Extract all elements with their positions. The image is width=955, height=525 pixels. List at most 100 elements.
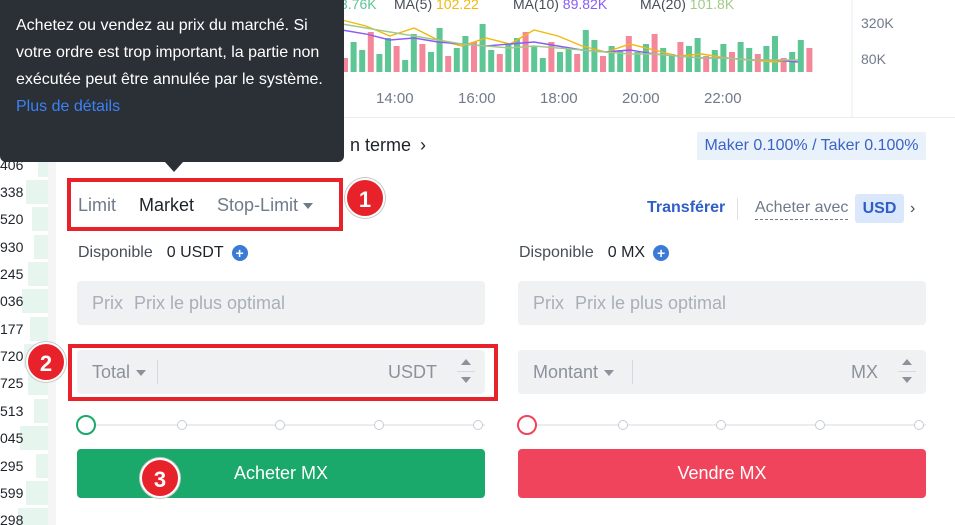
- slider-step-25[interactable]: [177, 420, 187, 430]
- buy-percent-slider[interactable]: [76, 415, 485, 435]
- volume-bar: [557, 52, 563, 72]
- slider-step-100[interactable]: [473, 420, 483, 430]
- volume-bar: [393, 46, 400, 72]
- sell-amount-input[interactable]: Montant MX: [518, 350, 926, 394]
- volume-bar: [763, 46, 770, 72]
- buy-available: Disponible 0 USDT +: [78, 244, 248, 262]
- volume-bar: [797, 40, 804, 72]
- tooltip-text: Achetez ou vendez au prix du marché. Si …: [16, 17, 323, 88]
- time-label: 16:00: [458, 90, 496, 107]
- vol-legend: 3.76K: [340, 0, 377, 12]
- volume-bar: [772, 36, 778, 72]
- time-label: 20:00: [622, 90, 660, 107]
- time-label: 14:00: [376, 90, 414, 107]
- volume-axis-label: 320K: [861, 15, 894, 31]
- ma5-legend: MA(5) 102.22: [394, 0, 479, 12]
- volume-bar: [754, 54, 761, 72]
- currency-usd-button[interactable]: USD: [855, 194, 904, 223]
- chevron-right-icon: ›: [420, 135, 427, 155]
- transfer-link[interactable]: Transférer: [647, 199, 725, 217]
- slider-step-50[interactable]: [716, 420, 726, 430]
- order-book-row[interactable]: 036: [0, 288, 48, 314]
- order-book-row[interactable]: 295: [0, 453, 48, 479]
- order-book-row[interactable]: 930: [0, 234, 48, 260]
- volume-bar: [737, 42, 744, 72]
- sell-percent-slider[interactable]: [517, 415, 926, 435]
- volume-bar: [565, 48, 572, 72]
- volume-bar: [651, 34, 658, 72]
- slider-handle[interactable]: [517, 415, 537, 435]
- volume-bar: [806, 48, 813, 72]
- volume-bar: [548, 42, 555, 72]
- plus-circle-icon[interactable]: +: [653, 245, 670, 261]
- slider-step-75[interactable]: [815, 420, 825, 430]
- ma20-legend: MA(20) 101.8K: [640, 0, 735, 12]
- volume-bar: [686, 46, 692, 72]
- annotation-badge: 2: [26, 342, 66, 382]
- volume-bar: [445, 56, 452, 72]
- time-label: 18:00: [540, 90, 578, 107]
- time-label: 22:00: [704, 90, 742, 107]
- stepper-up-icon[interactable]: [902, 359, 912, 365]
- volume-bar: [634, 52, 641, 72]
- volume-bar: [711, 50, 718, 72]
- volume-bar: [419, 44, 426, 72]
- volume-bar: [376, 54, 383, 72]
- sell-button[interactable]: Vendre MX: [518, 449, 926, 498]
- annotation-box-order-tabs: [67, 178, 343, 231]
- volume-axis-label: 80K: [861, 51, 886, 67]
- sell-available: Disponible 0 MX +: [519, 244, 670, 262]
- volume-bar: [462, 36, 469, 72]
- fee-rate-badge[interactable]: Maker 0.100% / Taker 0.100%: [697, 132, 926, 160]
- volume-bar: [428, 52, 434, 72]
- term-selector[interactable]: n terme ›: [350, 135, 426, 156]
- order-book-row[interactable]: 177: [0, 316, 48, 342]
- market-order-tooltip: Achetez ou vendez au prix du marché. Si …: [0, 0, 344, 162]
- order-book-row[interactable]: 513: [0, 398, 48, 424]
- amount-stepper[interactable]: [898, 354, 916, 390]
- volume-bar: [496, 54, 503, 72]
- order-book-row[interactable]: 298: [0, 507, 48, 525]
- annotation-badge: 1: [345, 178, 385, 218]
- sell-price-input[interactable]: Prix Prix le plus optimal: [518, 281, 926, 325]
- volume-bar: [367, 32, 374, 72]
- tooltip-arrow: [165, 162, 183, 172]
- order-book-row[interactable]: 045: [0, 425, 48, 451]
- plus-circle-icon[interactable]: +: [231, 245, 248, 261]
- slider-step-100[interactable]: [914, 420, 924, 430]
- volume-bar: [453, 48, 460, 72]
- volume-bar: [729, 52, 735, 72]
- volume-bar: [522, 32, 529, 72]
- volume-bar: [479, 24, 486, 72]
- volume-bar: [350, 42, 357, 72]
- volume-bar: [436, 28, 443, 72]
- ma10-legend: MA(10) 89.82K: [513, 0, 608, 12]
- panel-divider: [48, 120, 56, 525]
- chevron-right-icon[interactable]: ›: [910, 200, 915, 218]
- order-book-row[interactable]: 520: [0, 206, 48, 232]
- order-book-row[interactable]: 338: [0, 179, 48, 205]
- order-book-row[interactable]: 245: [0, 261, 48, 287]
- stepper-down-icon[interactable]: [902, 377, 912, 383]
- volume-bar: [574, 54, 581, 72]
- annotation-badge: 3: [140, 458, 180, 498]
- volume-bar: [668, 54, 675, 72]
- amount-dropdown[interactable]: Montant: [533, 362, 615, 383]
- slider-handle[interactable]: [76, 415, 96, 435]
- buy-with-label[interactable]: Acheter avec: [755, 199, 849, 220]
- buy-button[interactable]: Acheter MX: [77, 449, 485, 498]
- buy-price-input[interactable]: Prix Prix le plus optimal: [77, 281, 485, 325]
- volume-bar: [600, 56, 606, 72]
- volume-bar: [471, 42, 477, 72]
- volume-bar: [531, 46, 538, 72]
- more-details-link[interactable]: Plus de détails: [16, 93, 328, 120]
- volume-bar: [539, 58, 546, 72]
- volume-bar: [359, 50, 366, 72]
- order-book-row[interactable]: 599: [0, 480, 48, 506]
- annotation-box-total: [68, 344, 498, 401]
- slider-step-50[interactable]: [275, 420, 285, 430]
- volume-bar: [488, 50, 495, 72]
- volume-bar: [385, 38, 391, 72]
- slider-step-25[interactable]: [618, 420, 628, 430]
- slider-step-75[interactable]: [374, 420, 384, 430]
